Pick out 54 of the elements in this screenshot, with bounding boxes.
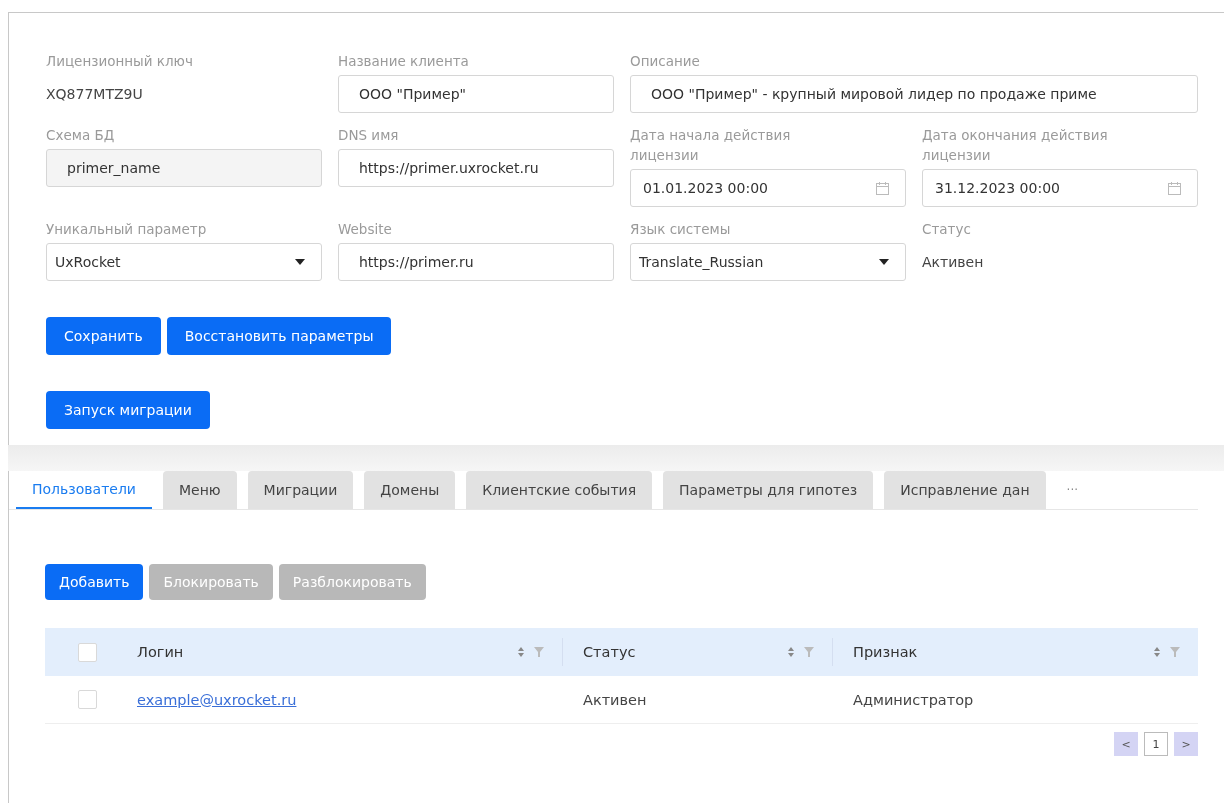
- input-field[interactable]: https://primer.ru: [338, 243, 614, 281]
- row-checkbox[interactable]: [78, 690, 97, 709]
- field-label: Дата начала действия лицензии: [630, 126, 792, 165]
- login-link[interactable]: example@uxrocket.ru: [137, 691, 297, 708]
- filter-icon[interactable]: [1170, 647, 1180, 657]
- field-label: Схема БД: [46, 126, 116, 145]
- field-label: Статус: [922, 220, 972, 239]
- column-header: Признак: [853, 644, 919, 660]
- field-label: Язык системы: [630, 220, 732, 239]
- tab[interactable]: Миграции: [247, 471, 354, 509]
- date-field[interactable]: 01.01.2023 00:00: [630, 169, 906, 207]
- column-header: Логин: [137, 644, 185, 660]
- action-button[interactable]: Восстановить параметры: [166, 317, 392, 355]
- field-label: Лицензионный ключ: [46, 52, 194, 71]
- filter-icon[interactable]: [804, 647, 814, 657]
- caret-icon: [879, 259, 889, 265]
- filter-icon[interactable]: [534, 647, 544, 657]
- field-label: Website: [338, 220, 393, 239]
- sort-icon[interactable]: [788, 647, 794, 657]
- select-field[interactable]: UxRocket: [46, 243, 322, 281]
- field-label: DNS имя: [338, 126, 400, 145]
- calendar-icon: [1168, 181, 1181, 195]
- tab[interactable]: Домены: [364, 471, 456, 509]
- tab[interactable]: Исправление дан: [884, 471, 1046, 509]
- tab[interactable]: Параметры для гипотез: [663, 471, 874, 509]
- field-label: Описание: [630, 52, 701, 71]
- select-field[interactable]: Translate_Russian: [630, 243, 906, 281]
- sort-icon[interactable]: [1154, 647, 1160, 657]
- sort-icon[interactable]: [518, 647, 524, 657]
- more-tabs-button[interactable]: ···: [1066, 483, 1079, 497]
- table-action-button[interactable]: Добавить: [45, 564, 144, 600]
- field-value: Активен: [922, 253, 985, 272]
- input-field[interactable]: https://primer.uxrocket.ru: [338, 149, 614, 187]
- migration-button[interactable]: Запуск миграции: [46, 391, 210, 429]
- date-field[interactable]: 31.12.2023 00:00: [922, 169, 1198, 207]
- table-cell: Активен: [583, 691, 647, 708]
- action-button[interactable]: Сохранить: [46, 317, 161, 355]
- field-label: Название клиента: [338, 52, 470, 71]
- next-page-button[interactable]: >: [1174, 732, 1198, 756]
- column-header: Статус: [583, 644, 637, 660]
- field-label: Уникальный параметр: [46, 220, 208, 239]
- caret-icon: [295, 259, 305, 265]
- input-field: primer_name: [46, 149, 322, 187]
- input-field[interactable]: ООО "Пример" - крупный мировой лидер по продаже приме: [630, 75, 1198, 113]
- previous-page-button[interactable]: <: [1114, 732, 1138, 756]
- select-all-checkbox[interactable]: [78, 642, 97, 662]
- table-cell: Администратор: [853, 691, 974, 708]
- field-label: Дата окончания действия лицензии: [922, 126, 1109, 165]
- field-value: XQ877MTZ9U: [46, 85, 144, 104]
- tab[interactable]: Меню: [162, 471, 237, 509]
- page-button[interactable]: 1: [1144, 732, 1168, 756]
- input-field[interactable]: ООО "Пример": [338, 75, 614, 113]
- tab[interactable]: Клиентские события: [466, 471, 653, 509]
- calendar-icon: [876, 181, 889, 195]
